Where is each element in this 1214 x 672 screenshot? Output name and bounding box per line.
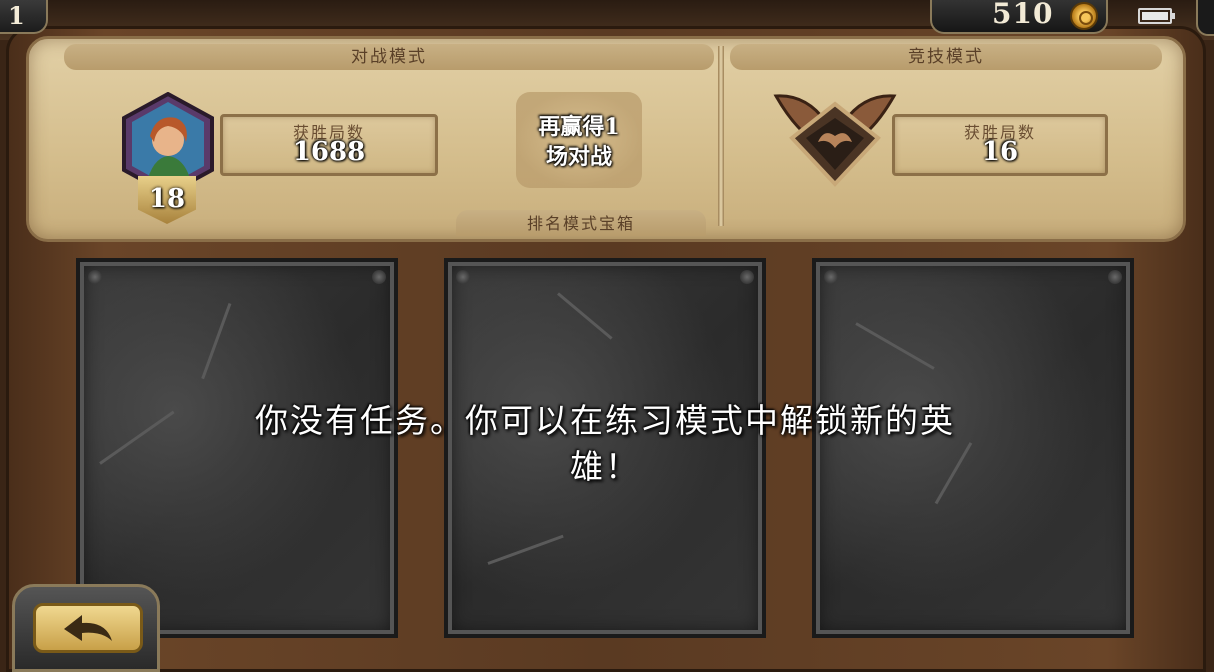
arena-wins-box: 获胜局数 16 (892, 114, 1108, 176)
no-quests-message-line1: 你没有任务。你可以在练习模式中解锁新的英 (255, 401, 955, 440)
stone-crack (557, 292, 613, 340)
play-mode-title: 对战模式 (64, 44, 714, 70)
player-level: 1 (8, 1, 25, 30)
no-quests-message-line2: 雄！ (570, 447, 640, 486)
stone-crack (855, 322, 935, 370)
no-quests-message: 你没有任务。你可以在练习模式中解锁新的英 雄！ (150, 398, 1060, 490)
player-level-badge: 1 (0, 0, 48, 34)
hero-level: 18 (148, 184, 186, 214)
play-wins-value: 1688 (292, 137, 366, 167)
stone-crack (201, 302, 232, 380)
gold-display[interactable]: 510 (930, 0, 1108, 34)
gold-amount: 510 (992, 0, 1054, 30)
arena-wins-value: 16 (981, 137, 1019, 167)
arena-mode-title: 竞技模式 (730, 44, 1162, 70)
battery-icon (1138, 8, 1175, 24)
chest-progress-line1: 再赢得1 (538, 114, 620, 140)
back-button-face[interactable] (33, 603, 143, 653)
ranked-chest-label: 排名模式宝箱 (456, 210, 706, 236)
stone-crack (487, 534, 564, 565)
chest-progress-text: 再赢得1 场对战 (494, 112, 664, 172)
menu-corner[interactable] (1196, 0, 1214, 36)
gold-coin-icon (1070, 2, 1098, 30)
back-arrow-icon (64, 615, 112, 641)
play-wins-box: 获胜局数 1688 (220, 114, 438, 176)
chest-progress-line2: 场对战 (545, 144, 612, 170)
arena-emblem-icon (773, 94, 897, 187)
back-button[interactable] (12, 584, 160, 672)
panel-divider (718, 46, 724, 226)
